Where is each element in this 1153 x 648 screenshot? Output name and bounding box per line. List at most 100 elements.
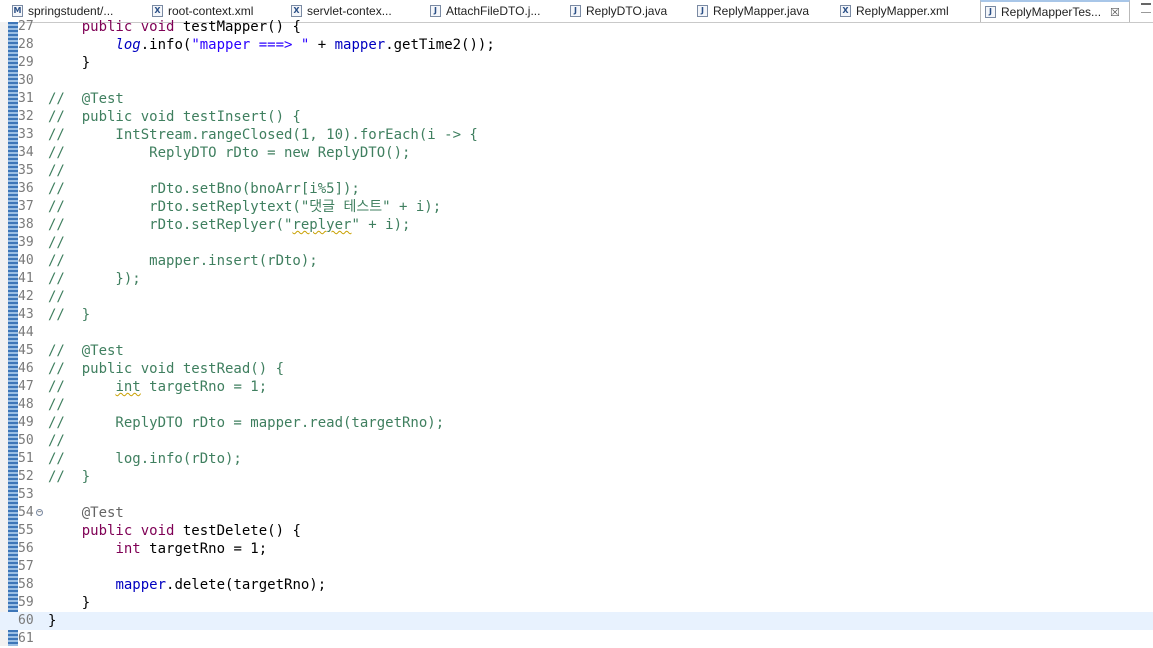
code-token: targetRno = 1; <box>140 379 268 395</box>
java-file-icon: J <box>697 5 708 17</box>
code-line[interactable]: 61 <box>0 630 1153 648</box>
xml-file-icon: X <box>291 5 302 17</box>
fold-toggle-icon[interactable]: − <box>36 509 43 516</box>
line-number: 44 <box>18 325 34 340</box>
code-line[interactable]: 28 log.info("mapper ===> " + mapper.getT… <box>0 36 1153 54</box>
line-number: 31 <box>18 91 34 106</box>
code-token: public <box>81 523 133 539</box>
code-line[interactable]: 38 // rDto.setReplyer("replyer" + i); <box>0 216 1153 234</box>
code-line[interactable]: 34 // ReplyDTO rDto = new ReplyDTO(); <box>0 144 1153 162</box>
code-line[interactable]: 60} <box>0 612 1153 630</box>
code-text: // <box>48 288 65 306</box>
code-text: // rDto.setReplyer("replyer" + i); <box>48 216 410 234</box>
line-number: 55 <box>18 523 34 538</box>
code-text: } <box>48 54 90 72</box>
code-text: // @Test <box>48 342 124 360</box>
code-line[interactable]: 32 // public void testInsert() { <box>0 108 1153 126</box>
code-token: // <box>48 235 65 251</box>
code-token: " + i); <box>351 217 411 233</box>
code-line[interactable]: 59 } <box>0 594 1153 612</box>
code-text: int targetRno = 1; <box>48 540 267 558</box>
code-token: void <box>140 523 175 539</box>
tab-label: servlet-contex... <box>307 4 392 18</box>
code-text: public void testMapper() { <box>48 18 301 36</box>
line-number: 48 <box>18 397 34 412</box>
code-line[interactable]: 29 } <box>0 54 1153 72</box>
code-line[interactable]: 54− @Test <box>0 504 1153 522</box>
code-text: log.info("mapper ===> " + mapper.getTime… <box>48 36 494 54</box>
code-line[interactable]: 39 // <box>0 234 1153 252</box>
code-line[interactable]: 57 <box>0 558 1153 576</box>
code-line[interactable]: 27 public void testMapper() { <box>0 18 1153 36</box>
code-text: @Test <box>48 504 124 522</box>
code-token: // <box>48 163 65 179</box>
line-number: 29 <box>18 55 34 70</box>
tab-label: springstudent/... <box>28 4 114 18</box>
code-text: } <box>48 612 56 630</box>
code-token: // } <box>48 307 91 323</box>
xml-file-icon: X <box>840 5 851 17</box>
line-number: 47 <box>18 379 34 394</box>
code-editor[interactable]: 27 public void testMapper() {28 log.info… <box>0 19 1153 648</box>
code-token: } <box>48 613 57 629</box>
code-line[interactable]: 52 // } <box>0 468 1153 486</box>
code-text: // <box>48 432 65 450</box>
code-line[interactable]: 36 // rDto.setBno(bnoArr[i%5]); <box>0 180 1153 198</box>
code-line[interactable]: 31 // @Test <box>0 90 1153 108</box>
tab-label: AttachFileDTO.j... <box>446 4 541 18</box>
code-text: // public void testRead() { <box>48 360 284 378</box>
java-file-icon: J <box>570 5 581 17</box>
code-token: .delete(targetRno); <box>166 577 327 593</box>
code-token: } <box>48 55 91 71</box>
code-line[interactable]: 56 int targetRno = 1; <box>0 540 1153 558</box>
line-number: 51 <box>18 451 34 466</box>
line-number: 53 <box>18 487 34 502</box>
code-token: // IntStream.rangeClosed(1, 10).forEach(… <box>48 127 478 143</box>
code-line[interactable]: 44 <box>0 324 1153 342</box>
java-file-icon: J <box>985 6 996 18</box>
code-token: // @Test <box>48 343 124 359</box>
code-line[interactable]: 51 // log.info(rDto); <box>0 450 1153 468</box>
code-text: // ReplyDTO rDto = new ReplyDTO(); <box>48 144 410 162</box>
code-text: // }); <box>48 270 141 288</box>
code-token: // mapper.insert(rDto); <box>48 253 318 269</box>
code-line[interactable]: 50 // <box>0 432 1153 450</box>
code-line[interactable]: 40 // mapper.insert(rDto); <box>0 252 1153 270</box>
line-number: 41 <box>18 271 34 286</box>
code-line[interactable]: 55 public void testDelete() { <box>0 522 1153 540</box>
close-tab-icon[interactable]: ☒ <box>1110 6 1120 19</box>
code-token: mapper <box>334 37 386 53</box>
code-text: // rDto.setReplytext("댓글 테스트" + i); <box>48 198 441 216</box>
tab-label: ReplyMapperTes... <box>1001 5 1102 19</box>
tab-overflow-icon[interactable] <box>1141 3 1151 13</box>
code-line[interactable]: 48 // <box>0 396 1153 414</box>
code-text: // public void testInsert() { <box>48 108 301 126</box>
code-text: // } <box>48 306 90 324</box>
code-line[interactable]: 58 mapper.delete(targetRno); <box>0 576 1153 594</box>
line-number: 39 <box>18 235 34 250</box>
code-line[interactable]: 46 // public void testRead() { <box>0 360 1153 378</box>
line-number: 42 <box>18 289 34 304</box>
code-line[interactable]: 43 // } <box>0 306 1153 324</box>
line-number: 43 <box>18 307 34 322</box>
code-token: "mapper ===> " <box>191 37 310 53</box>
code-line[interactable]: 30 <box>0 72 1153 90</box>
code-line[interactable]: 33 // IntStream.rangeClosed(1, 10).forEac… <box>0 126 1153 144</box>
code-text: // ReplyDTO rDto = mapper.read(targetRno… <box>48 414 444 432</box>
line-number: 35 <box>18 163 34 178</box>
code-token: // }); <box>48 271 141 287</box>
code-line[interactable]: 41 // }); <box>0 270 1153 288</box>
line-number: 49 <box>18 415 34 430</box>
code-line[interactable]: 47 // int targetRno = 1; <box>0 378 1153 396</box>
code-token: // <box>48 433 65 449</box>
code-line[interactable]: 49 // ReplyDTO rDto = mapper.read(targetR… <box>0 414 1153 432</box>
code-line[interactable]: 45 // @Test <box>0 342 1153 360</box>
code-token: // @Test <box>48 91 124 107</box>
code-line[interactable]: 42 // <box>0 288 1153 306</box>
code-line[interactable]: 53 <box>0 486 1153 504</box>
code-line[interactable]: 35 // <box>0 162 1153 180</box>
code-line[interactable]: 37 // rDto.setReplytext("댓글 테스트" + i); <box>0 198 1153 216</box>
code-token: public <box>81 19 133 35</box>
